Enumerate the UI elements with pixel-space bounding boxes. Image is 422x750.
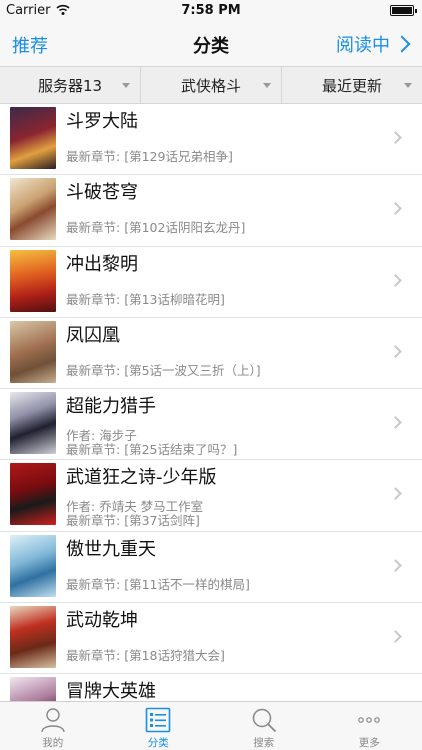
list-item[interactable]: 凤囚凰 最新章节: [第5话一波又三折（上）] — [0, 317, 422, 390]
filter-label: 服务器13 — [37, 76, 103, 95]
reading-button[interactable]: 阅读中 — [336, 31, 412, 57]
tab-label: 更多 — [358, 737, 380, 749]
list-item[interactable]: 冲出黎明 最新章节: [第13话柳暗花明] — [0, 246, 422, 318]
tab-category[interactable]: 分类 — [106, 702, 212, 750]
filter-bar: 服务器13 武侠格斗 最近更新 — [0, 66, 422, 104]
cover-image — [10, 463, 56, 526]
cover-image — [10, 178, 56, 241]
latest-chapter: 最新章节: [第129话兄弟相争] — [66, 149, 233, 164]
tab-search[interactable]: 搜索 — [211, 702, 317, 750]
sort-filter-dropdown[interactable]: 最近更新 — [282, 67, 422, 103]
tab-more[interactable]: 更多 — [317, 702, 422, 750]
recommend-button[interactable]: 推荐 — [12, 32, 48, 58]
dropdown-arrow-icon — [404, 83, 412, 88]
comic-title: 傲世九重天 — [66, 538, 156, 560]
search-icon — [252, 708, 276, 733]
comic-title: 冲出黎明 — [66, 253, 138, 275]
comic-title: 超能力猎手 — [66, 396, 156, 418]
cover-image — [10, 320, 56, 383]
tab-bar: 我的 分类 搜索 更多 — [0, 701, 422, 750]
latest-chapter: 最新章节: [第11话不一样的棋局] — [66, 576, 250, 592]
list-item[interactable]: 斗罗大陆 最新章节: [第129话兄弟相争] — [0, 104, 422, 176]
genre-filter-dropdown[interactable]: 武侠格斗 — [141, 67, 282, 103]
cover-image — [10, 107, 56, 169]
comic-title: 武道狂之诗-少年版 — [66, 467, 217, 489]
cover-image — [10, 534, 56, 597]
chevron-right-icon — [389, 345, 402, 358]
latest-chapter: 最新章节: [第25话结束了吗？] — [66, 442, 238, 458]
more-icon — [358, 717, 381, 723]
server-filter-dropdown[interactable]: 服务器13 — [0, 67, 141, 103]
cover-image — [10, 677, 56, 701]
latest-chapter: 最新章节: [第5话一波又三折（上）] — [66, 362, 261, 378]
chevron-right-icon — [389, 416, 402, 430]
tab-mine[interactable]: 我的 — [0, 702, 106, 750]
comic-title: 冒牌大英雄 — [66, 681, 156, 701]
latest-chapter: 最新章节: [第18话狩猎大会] — [66, 648, 225, 664]
list-item[interactable]: 斗破苍穹 最新章节: [第102话阴阳玄龙丹] — [0, 175, 422, 247]
filter-label: 武侠格斗 — [180, 76, 241, 95]
chevron-right-icon — [389, 558, 402, 572]
comic-title: 凤囚凰 — [66, 324, 120, 346]
latest-chapter: 最新章节: [第37话剑阵] — [66, 513, 200, 529]
comic-title: 斗破苍穹 — [66, 182, 138, 204]
cover-image — [10, 249, 56, 312]
comic-title: 武动乾坤 — [66, 610, 138, 632]
chevron-right-icon — [389, 131, 402, 144]
tab-label: 我的 — [42, 737, 64, 749]
status-bar: Carrier 7:58 PM — [0, 0, 422, 22]
list-item[interactable]: 超能力猎手 作者: 海步子 最新章节: [第25话结束了吗？] — [0, 389, 422, 461]
chevron-right-icon — [393, 35, 411, 53]
list-item[interactable]: 武道狂之诗-少年版 作者: 乔靖夫 梦马工作室 最新章节: [第37话剑阵] — [0, 460, 422, 532]
chevron-right-icon — [389, 487, 402, 501]
latest-chapter: 最新章节: [第13话柳暗花明] — [66, 291, 225, 307]
filter-label: 最近更新 — [321, 76, 382, 95]
dropdown-arrow-icon — [122, 83, 130, 88]
chevron-right-icon — [389, 202, 402, 216]
cover-image — [10, 606, 56, 669]
battery-icon — [390, 5, 417, 16]
reading-button-label: 阅读中 — [336, 35, 390, 56]
cover-image — [10, 392, 56, 455]
person-icon — [41, 708, 65, 733]
list-item[interactable]: 武动乾坤 最新章节: [第18话狩猎大会] — [0, 603, 422, 675]
list-icon — [145, 707, 171, 733]
list-item[interactable]: 傲世九重天 最新章节: [第11话不一样的棋局] — [0, 531, 422, 604]
tab-label: 搜索 — [253, 737, 275, 749]
tab-label: 分类 — [147, 737, 169, 749]
dropdown-arrow-icon — [263, 83, 271, 88]
navigation-bar: 推荐 分类 阅读中 — [0, 22, 422, 66]
latest-chapter: 最新章节: [第102话阴阳玄龙丹] — [66, 220, 246, 236]
comic-list[interactable]: 斗罗大陆 最新章节: [第129话兄弟相争] 斗破苍穹 最新章节: [第102话… — [0, 104, 422, 701]
list-item[interactable]: 冒牌大英雄 — [0, 674, 422, 701]
comic-title: 斗罗大陆 — [66, 111, 138, 132]
chevron-right-icon — [389, 273, 402, 287]
clock: 7:58 PM — [181, 3, 241, 18]
chevron-right-icon — [389, 630, 402, 643]
